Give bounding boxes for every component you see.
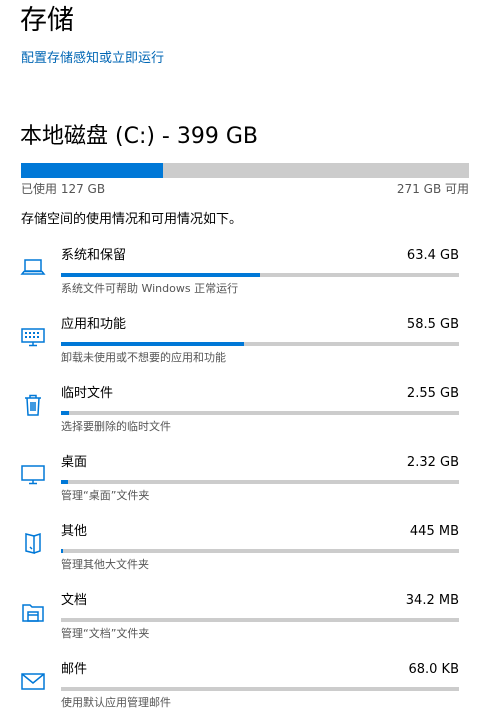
category-name: 临时文件: [61, 386, 114, 401]
drive-free-label: 271 GB 可用: [396, 182, 469, 196]
category-description: 选择要删除的临时文件: [61, 420, 171, 433]
category-size: 2.55 GB: [406, 386, 459, 401]
category-usage-bar-fill: [61, 549, 63, 553]
page-title: 存储: [20, 5, 74, 36]
category-usage-bar-fill: [61, 480, 69, 484]
category-size: 34.2 MB: [405, 593, 459, 608]
category-usage-bar: [61, 618, 459, 622]
category-usage-bar: [61, 411, 459, 415]
category-name: 邮件: [61, 662, 88, 677]
category-description: 系统文件可帮助 Windows 正常运行: [61, 282, 239, 295]
category-usage-bar: [61, 342, 459, 346]
category-name: 文档: [61, 593, 88, 608]
drive-title: 本地磁盘 (C:) - 399 GB: [20, 124, 258, 149]
category-usage-bar-fill: [61, 411, 69, 415]
mail-icon: [20, 668, 46, 694]
storage-category-list: 系统和保留 63.4 GB 系统文件可帮助 Windows 正常运行 应用和功能…: [0, 236, 499, 719]
category-description: 管理“文档”文件夹: [61, 627, 150, 640]
category-temporary-files[interactable]: 临时文件 2.55 GB 选择要删除的临时文件: [0, 374, 499, 443]
category-size: 2.32 GB: [406, 455, 459, 470]
documents-icon: [20, 599, 46, 625]
category-usage-bar-fill: [61, 342, 245, 346]
category-name: 系统和保留: [61, 248, 127, 263]
storage-description: 存储空间的使用情况和可用情况如下。: [21, 212, 243, 227]
drive-used-label: 已使用 127 GB: [21, 182, 106, 196]
category-size: 63.4 GB: [406, 248, 459, 263]
category-size: 445 MB: [409, 524, 459, 539]
category-other[interactable]: 其他 445 MB 管理其他大文件夹: [0, 512, 499, 581]
category-usage-bar: [61, 273, 459, 277]
desktop-icon: [20, 461, 46, 487]
category-documents[interactable]: 文档 34.2 MB 管理“文档”文件夹: [0, 581, 499, 650]
category-usage-bar: [61, 687, 459, 691]
trash-icon: [20, 392, 46, 418]
configure-storage-sense-link[interactable]: 配置存储感知或立即运行: [21, 50, 164, 68]
category-size: 58.5 GB: [406, 317, 459, 332]
category-description: 卸载未使用或不想要的应用和功能: [61, 351, 226, 364]
category-name: 其他: [61, 524, 88, 539]
other-icon: [20, 530, 46, 556]
apps-icon: [20, 323, 46, 349]
drive-usage-bar: [21, 163, 469, 178]
category-system-reserved[interactable]: 系统和保留 63.4 GB 系统文件可帮助 Windows 正常运行: [0, 236, 499, 305]
category-size: 68.0 KB: [408, 662, 459, 677]
laptop-icon: [20, 254, 46, 280]
category-description: 使用默认应用管理邮件: [61, 696, 171, 709]
category-apps-features[interactable]: 应用和功能 58.5 GB 卸载未使用或不想要的应用和功能: [0, 305, 499, 374]
category-desktop[interactable]: 桌面 2.32 GB 管理“桌面”文件夹: [0, 443, 499, 512]
drive-usage-bar-fill: [21, 163, 164, 178]
category-name: 应用和功能: [61, 317, 127, 332]
category-mail[interactable]: 邮件 68.0 KB 使用默认应用管理邮件: [0, 650, 499, 719]
category-description: 管理“桌面”文件夹: [61, 489, 150, 502]
category-name: 桌面: [61, 455, 88, 470]
category-description: 管理其他大文件夹: [61, 558, 149, 571]
category-usage-bar-fill: [61, 273, 260, 277]
category-usage-bar: [61, 549, 459, 553]
category-usage-bar: [61, 480, 459, 484]
